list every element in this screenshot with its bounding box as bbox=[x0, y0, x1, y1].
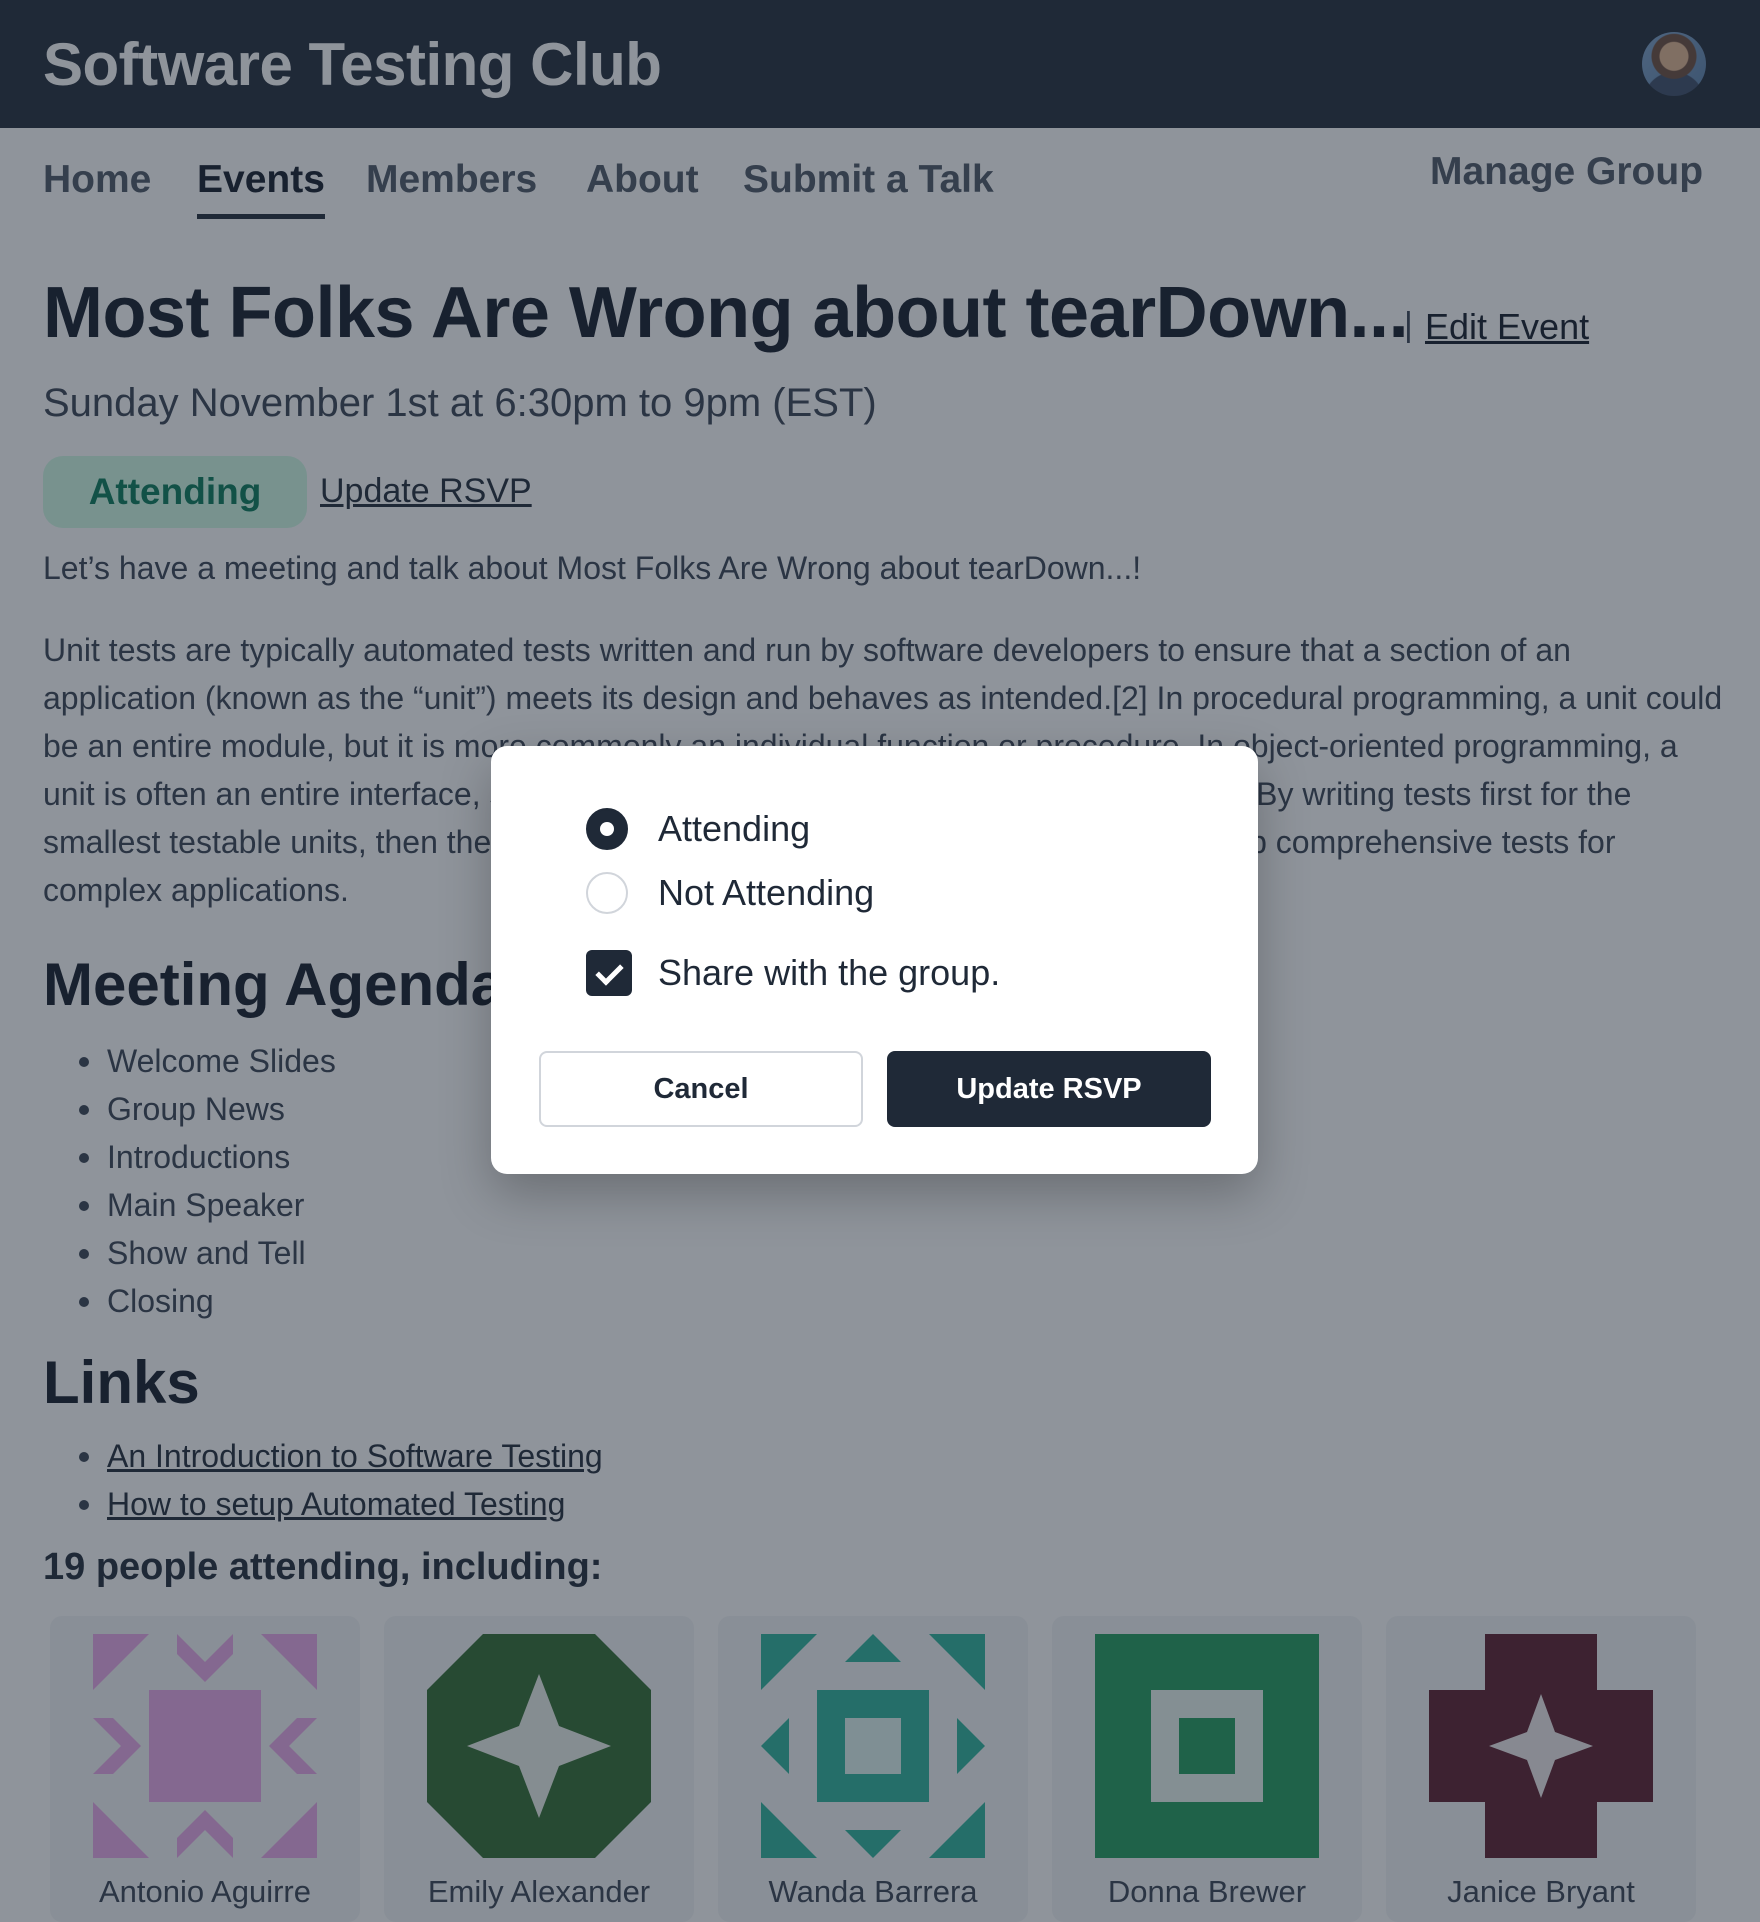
not-attending-option[interactable]: Not Attending bbox=[586, 872, 874, 914]
not-attending-radio[interactable] bbox=[586, 872, 628, 914]
update-rsvp-button[interactable]: Update RSVP bbox=[887, 1051, 1211, 1127]
not-attending-label: Not Attending bbox=[658, 872, 875, 913]
share-option[interactable]: Share with the group. bbox=[586, 950, 1000, 996]
attending-option[interactable]: Attending bbox=[586, 808, 810, 850]
page: Software Testing Club Home Events Member… bbox=[0, 0, 1760, 1922]
share-checkbox[interactable] bbox=[586, 950, 632, 996]
share-label: Share with the group. bbox=[658, 952, 1001, 993]
attending-label: Attending bbox=[658, 808, 811, 849]
rsvp-modal: Attending Not Attending Share with the g… bbox=[491, 746, 1258, 1174]
cancel-button[interactable]: Cancel bbox=[539, 1051, 863, 1127]
attending-radio[interactable] bbox=[586, 808, 628, 850]
